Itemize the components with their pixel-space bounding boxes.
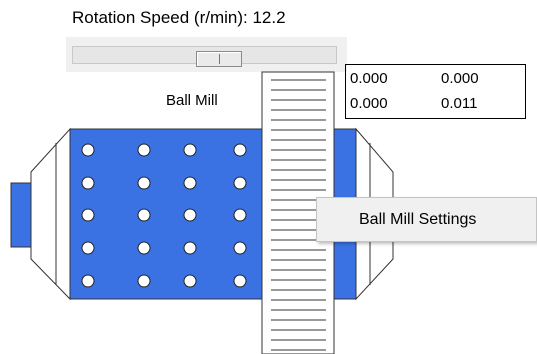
ball-r2-c1 — [137, 208, 151, 222]
ball-r2-c2 — [183, 208, 197, 222]
ball-r3-c0 — [81, 241, 95, 255]
ball-r4-c2 — [183, 274, 197, 288]
ball-r0-c0 — [81, 143, 95, 157]
ball-r3-c3 — [233, 241, 247, 255]
ball-r1-c2 — [183, 176, 197, 190]
left-shaft — [10, 182, 32, 248]
ball-r1-c0 — [81, 176, 95, 190]
ball-r1-c1 — [137, 176, 151, 190]
ball-r2-c3 — [233, 208, 247, 222]
ball-r4-c0 — [81, 274, 95, 288]
ball-r4-c3 — [233, 274, 247, 288]
left-end-cap — [10, 127, 71, 301]
ball-r0-c2 — [183, 143, 197, 157]
ball-r3-c2 — [183, 241, 197, 255]
left-cone — [30, 127, 71, 301]
menu-item-ball-mill-settings[interactable]: Ball Mill Settings — [359, 211, 476, 229]
ball-mill-diagram[interactable] — [0, 0, 537, 354]
ball-r1-c3 — [233, 176, 247, 190]
ball-r0-c3 — [233, 143, 247, 157]
ball-r4-c1 — [137, 274, 151, 288]
ball-r0-c1 — [137, 143, 151, 157]
context-menu: Ball Mill Settings — [316, 197, 537, 242]
ball-r3-c1 — [137, 241, 151, 255]
ball-r2-c0 — [81, 208, 95, 222]
